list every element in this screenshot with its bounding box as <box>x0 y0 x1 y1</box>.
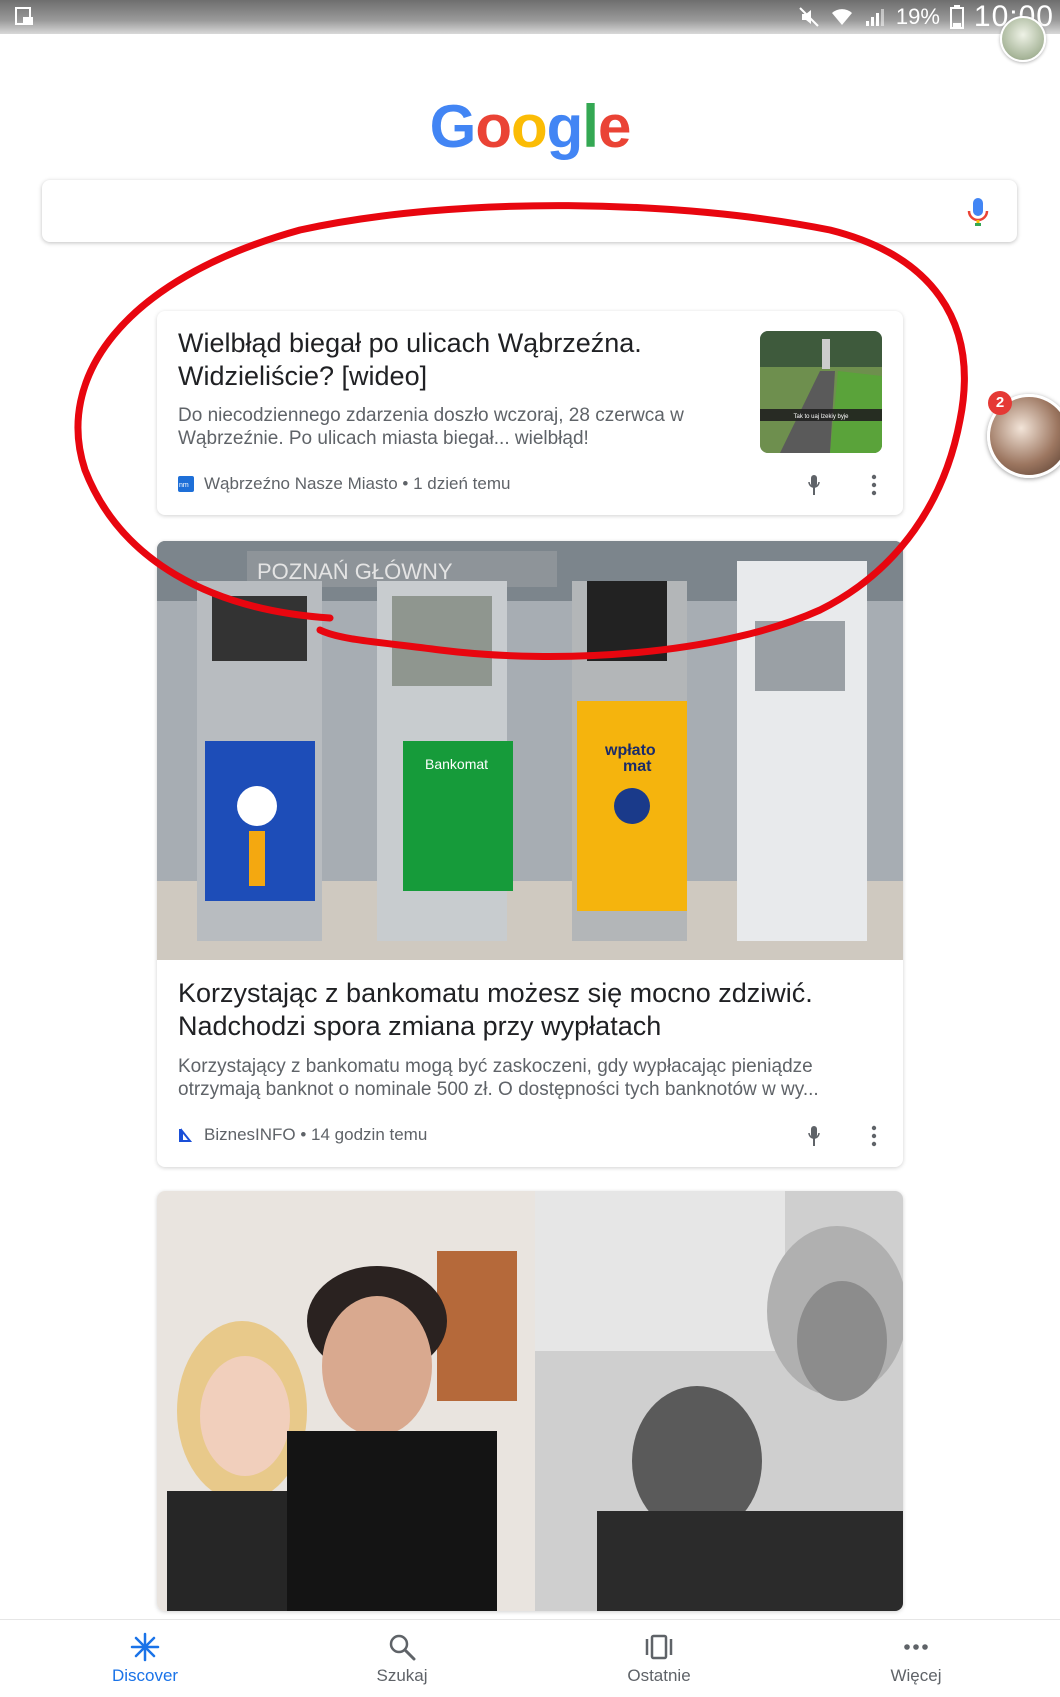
screenshot-notification-icon <box>15 7 33 25</box>
google-logo: Google <box>0 92 1060 161</box>
logo-letter: G <box>429 93 477 160</box>
nasze-miasto-logo-icon: nm <box>178 476 194 492</box>
svg-text:wpłato: wpłato <box>604 742 656 759</box>
svg-text:Tak to uaj lzekiy byje: Tak to uaj lzekiy byje <box>793 414 849 420</box>
more-options-icon[interactable] <box>871 474 877 496</box>
card-snippet: Do niecodziennego zdarzenia doszło wczor… <box>178 405 684 449</box>
mute-icon <box>799 7 819 27</box>
news-card[interactable]: POZNAŃ GŁÓWNY Bankomat wpłato mat Korzys… <box>157 541 903 1167</box>
more-dots-icon <box>904 1644 928 1650</box>
recent-cards-icon <box>645 1634 673 1660</box>
status-bar: 19% 10:00 <box>0 0 1060 34</box>
more-options-icon[interactable] <box>871 1125 877 1147</box>
card-snippet: Korzystający z bankomatu mogą być zaskoc… <box>178 1056 819 1100</box>
voice-action-icon[interactable] <box>808 473 820 497</box>
signal-icon <box>865 9 884 26</box>
card-source-row: nm Wąbrzeźno Nasze Miasto • 1 dzień temu <box>178 474 511 493</box>
search-icon <box>389 1634 416 1661</box>
wifi-icon <box>831 9 852 25</box>
nav-discover[interactable]: Discover <box>65 1632 225 1686</box>
logo-letter: o <box>475 93 512 160</box>
nav-search[interactable]: Szukaj <box>322 1632 482 1686</box>
account-avatar[interactable] <box>1000 16 1046 62</box>
source-name: Wąbrzeźno Nasze Miasto <box>204 474 398 493</box>
logo-letter: l <box>582 93 599 160</box>
search-bar[interactable] <box>42 180 1017 242</box>
svg-text:mat: mat <box>623 758 652 775</box>
svg-text:nm: nm <box>179 482 189 489</box>
notification-badge: 2 <box>988 391 1012 415</box>
logo-letter: e <box>597 93 631 160</box>
voice-action-icon[interactable] <box>808 1124 820 1148</box>
card-thumbnail[interactable]: Tak to uaj lzekiy byje <box>760 331 882 453</box>
card-hero-image[interactable] <box>157 1191 903 1611</box>
card-age: 14 godzin temu <box>311 1125 428 1144</box>
bottom-navigation: Discover Szukaj Ostatnie Więcej <box>0 1619 1060 1697</box>
nav-recent[interactable]: Ostatnie <box>579 1632 739 1686</box>
biznesinfo-logo-icon <box>179 1128 193 1142</box>
card-title[interactable]: Wielbłąd biegał po ulicach Wąbrzeźna. Wi… <box>178 327 642 393</box>
logo-letter: o <box>510 93 548 160</box>
news-card[interactable] <box>157 1191 903 1611</box>
asterisk-icon <box>130 1632 160 1662</box>
logo-letter: g <box>546 93 584 160</box>
svg-text:POZNAŃ GŁÓWNY: POZNAŃ GŁÓWNY <box>257 559 453 584</box>
news-card[interactable]: Wielbłąd biegał po ulicach Wąbrzeźna. Wi… <box>157 311 903 515</box>
card-age: 1 dzień temu <box>413 474 511 493</box>
battery-percent: 19% <box>895 4 940 29</box>
card-source-row: BiznesINFO • 14 godzin temu <box>178 1125 427 1145</box>
card-hero-image[interactable]: POZNAŃ GŁÓWNY Bankomat wpłato mat <box>157 541 903 960</box>
mic-icon[interactable] <box>963 196 993 228</box>
source-name: BiznesINFO <box>204 1125 296 1144</box>
card-title[interactable]: Korzystając z bankomatu możesz się mocno… <box>178 977 813 1043</box>
svg-text:Bankomat: Bankomat <box>425 756 488 772</box>
battery-icon <box>949 5 964 29</box>
nav-more[interactable]: Więcej <box>836 1632 996 1686</box>
